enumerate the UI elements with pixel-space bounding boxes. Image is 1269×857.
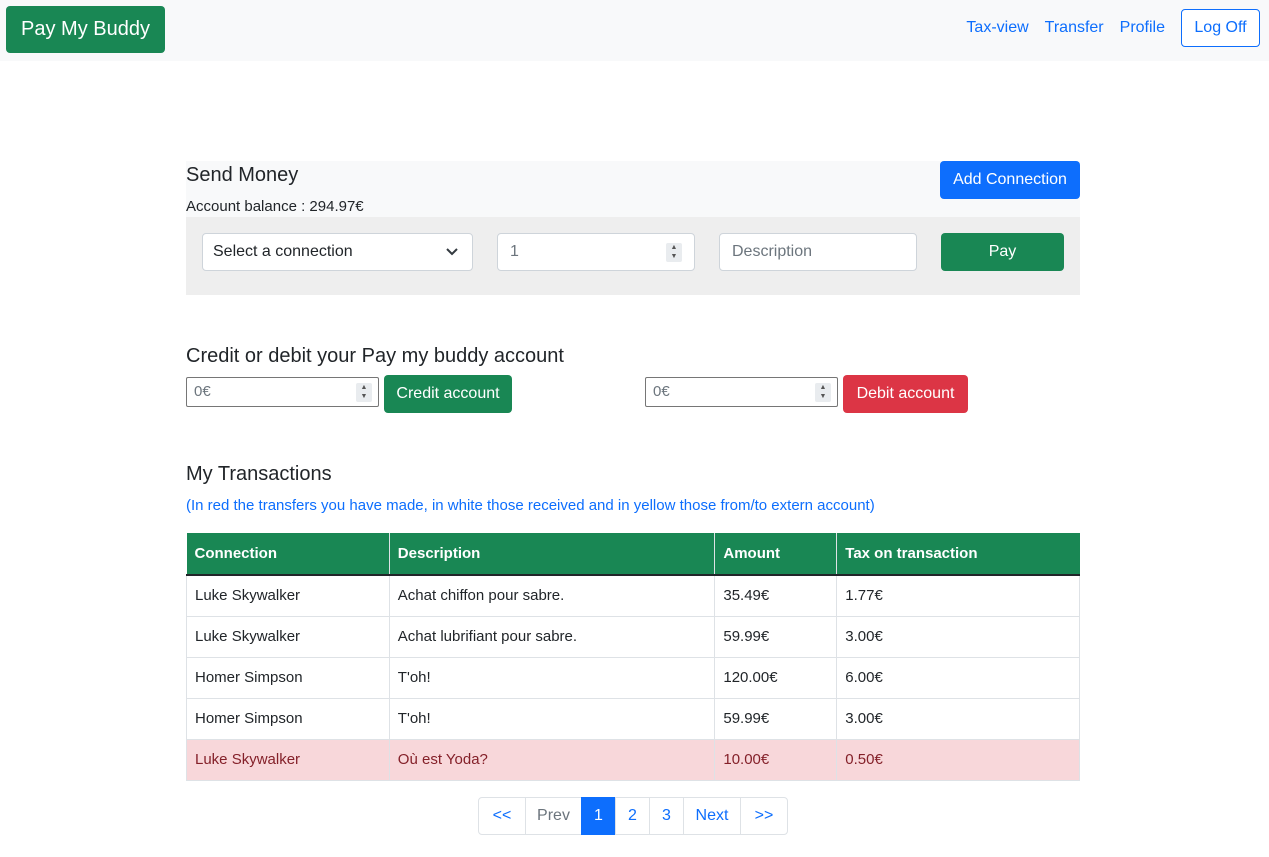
page-first-button[interactable]: << xyxy=(478,797,526,835)
page-next-button[interactable]: Next xyxy=(683,797,741,835)
credit-debit-title: Credit or debit your Pay my buddy accoun… xyxy=(186,345,564,367)
cell-description: Achat chiffon pour sabre. xyxy=(388,574,716,617)
add-connection-button[interactable]: Add Connection xyxy=(940,161,1080,199)
cell-amount: 35.49€ xyxy=(714,574,838,617)
debit-amount-placeholder: 0€ xyxy=(653,383,670,400)
debit-stepper-icon[interactable]: ▲ ▼ xyxy=(815,383,831,402)
send-money-header: Send Money Account balance : 294.97€ Add… xyxy=(186,161,1080,217)
table-row: Homer Simpson T'oh! 120.00€ 6.00€ xyxy=(186,656,1080,699)
chevron-down-icon xyxy=(446,234,458,283)
debit-amount-input[interactable]: 0€ ▲ ▼ xyxy=(645,377,838,407)
cell-tax: 3.00€ xyxy=(836,615,1080,658)
transactions-note: (In red the transfers you have made, in … xyxy=(186,497,875,514)
cell-amount: 10.00€ xyxy=(714,738,838,781)
cell-tax: 6.00€ xyxy=(836,656,1080,699)
connection-select-value: Select a connection xyxy=(213,243,353,260)
page-2-button[interactable]: 2 xyxy=(615,797,650,835)
send-money-form: Select a connection 1 ▲ ▼ Description Pay xyxy=(186,217,1080,295)
description-input[interactable]: Description xyxy=(719,233,917,271)
credit-amount-placeholder: 0€ xyxy=(194,383,211,400)
table-row: Homer Simpson T'oh! 59.99€ 3.00€ xyxy=(186,697,1080,740)
cell-amount: 59.99€ xyxy=(714,697,838,740)
header-description: Description xyxy=(388,533,715,576)
transactions-title: My Transactions xyxy=(186,463,332,485)
header-tax: Tax on transaction xyxy=(836,533,1080,576)
cell-connection: Luke Skywalker xyxy=(186,574,390,617)
cell-connection: Luke Skywalker xyxy=(186,738,390,781)
amount-value: 1 xyxy=(510,243,519,260)
table-row-sent: Luke Skywalker Où est Yoda? 10.00€ 0.50€ xyxy=(186,738,1080,781)
credit-account-button[interactable]: Credit account xyxy=(384,375,512,413)
credit-stepper-icon[interactable]: ▲ ▼ xyxy=(356,383,372,402)
cell-connection: Homer Simpson xyxy=(186,697,390,740)
cell-tax: 0.50€ xyxy=(836,738,1080,781)
cell-description: T'oh! xyxy=(388,656,716,699)
cell-tax: 3.00€ xyxy=(836,697,1080,740)
pagination: << Prev 1 2 3 Next >> xyxy=(478,797,788,835)
nav-links: Tax-view Transfer Profile Log Off xyxy=(966,9,1260,47)
cell-description: Où est Yoda? xyxy=(388,738,716,781)
cell-amount: 120.00€ xyxy=(714,656,838,699)
page-last-button[interactable]: >> xyxy=(740,797,788,835)
cell-description: Achat lubrifiant pour sabre. xyxy=(388,615,716,658)
amount-input[interactable]: 1 ▲ ▼ xyxy=(497,233,695,271)
navbar: Pay My Buddy Tax-view Transfer Profile L… xyxy=(0,0,1269,61)
log-off-button[interactable]: Log Off xyxy=(1181,9,1260,47)
header-connection: Connection xyxy=(186,533,390,576)
page-3-button[interactable]: 3 xyxy=(649,797,684,835)
cell-connection: Homer Simpson xyxy=(186,656,390,699)
debit-account-button[interactable]: Debit account xyxy=(843,375,968,413)
nav-link-transfer[interactable]: Transfer xyxy=(1045,19,1104,37)
amount-stepper-icon[interactable]: ▲ ▼ xyxy=(666,243,682,262)
send-money-title: Send Money xyxy=(186,164,299,186)
brand-button[interactable]: Pay My Buddy xyxy=(6,6,165,53)
header-amount: Amount xyxy=(714,533,837,576)
table-header-row: Connection Description Amount Tax on tra… xyxy=(186,533,1080,576)
nav-link-tax-view[interactable]: Tax-view xyxy=(966,19,1028,37)
table-row: Luke Skywalker Achat lubrifiant pour sab… xyxy=(186,615,1080,658)
account-balance: Account balance : 294.97€ xyxy=(186,198,364,215)
cell-tax: 1.77€ xyxy=(836,574,1080,617)
transactions-table: Connection Description Amount Tax on tra… xyxy=(186,533,1080,781)
nav-link-profile[interactable]: Profile xyxy=(1120,19,1165,37)
cell-description: T'oh! xyxy=(388,697,716,740)
cell-amount: 59.99€ xyxy=(714,615,838,658)
credit-amount-input[interactable]: 0€ ▲ ▼ xyxy=(186,377,379,407)
page-prev-button: Prev xyxy=(525,797,582,835)
cell-connection: Luke Skywalker xyxy=(186,615,390,658)
table-row: Luke Skywalker Achat chiffon pour sabre.… xyxy=(186,574,1080,617)
connection-select[interactable]: Select a connection xyxy=(202,233,473,271)
page-1-button[interactable]: 1 xyxy=(581,797,616,835)
pay-button[interactable]: Pay xyxy=(941,233,1064,271)
